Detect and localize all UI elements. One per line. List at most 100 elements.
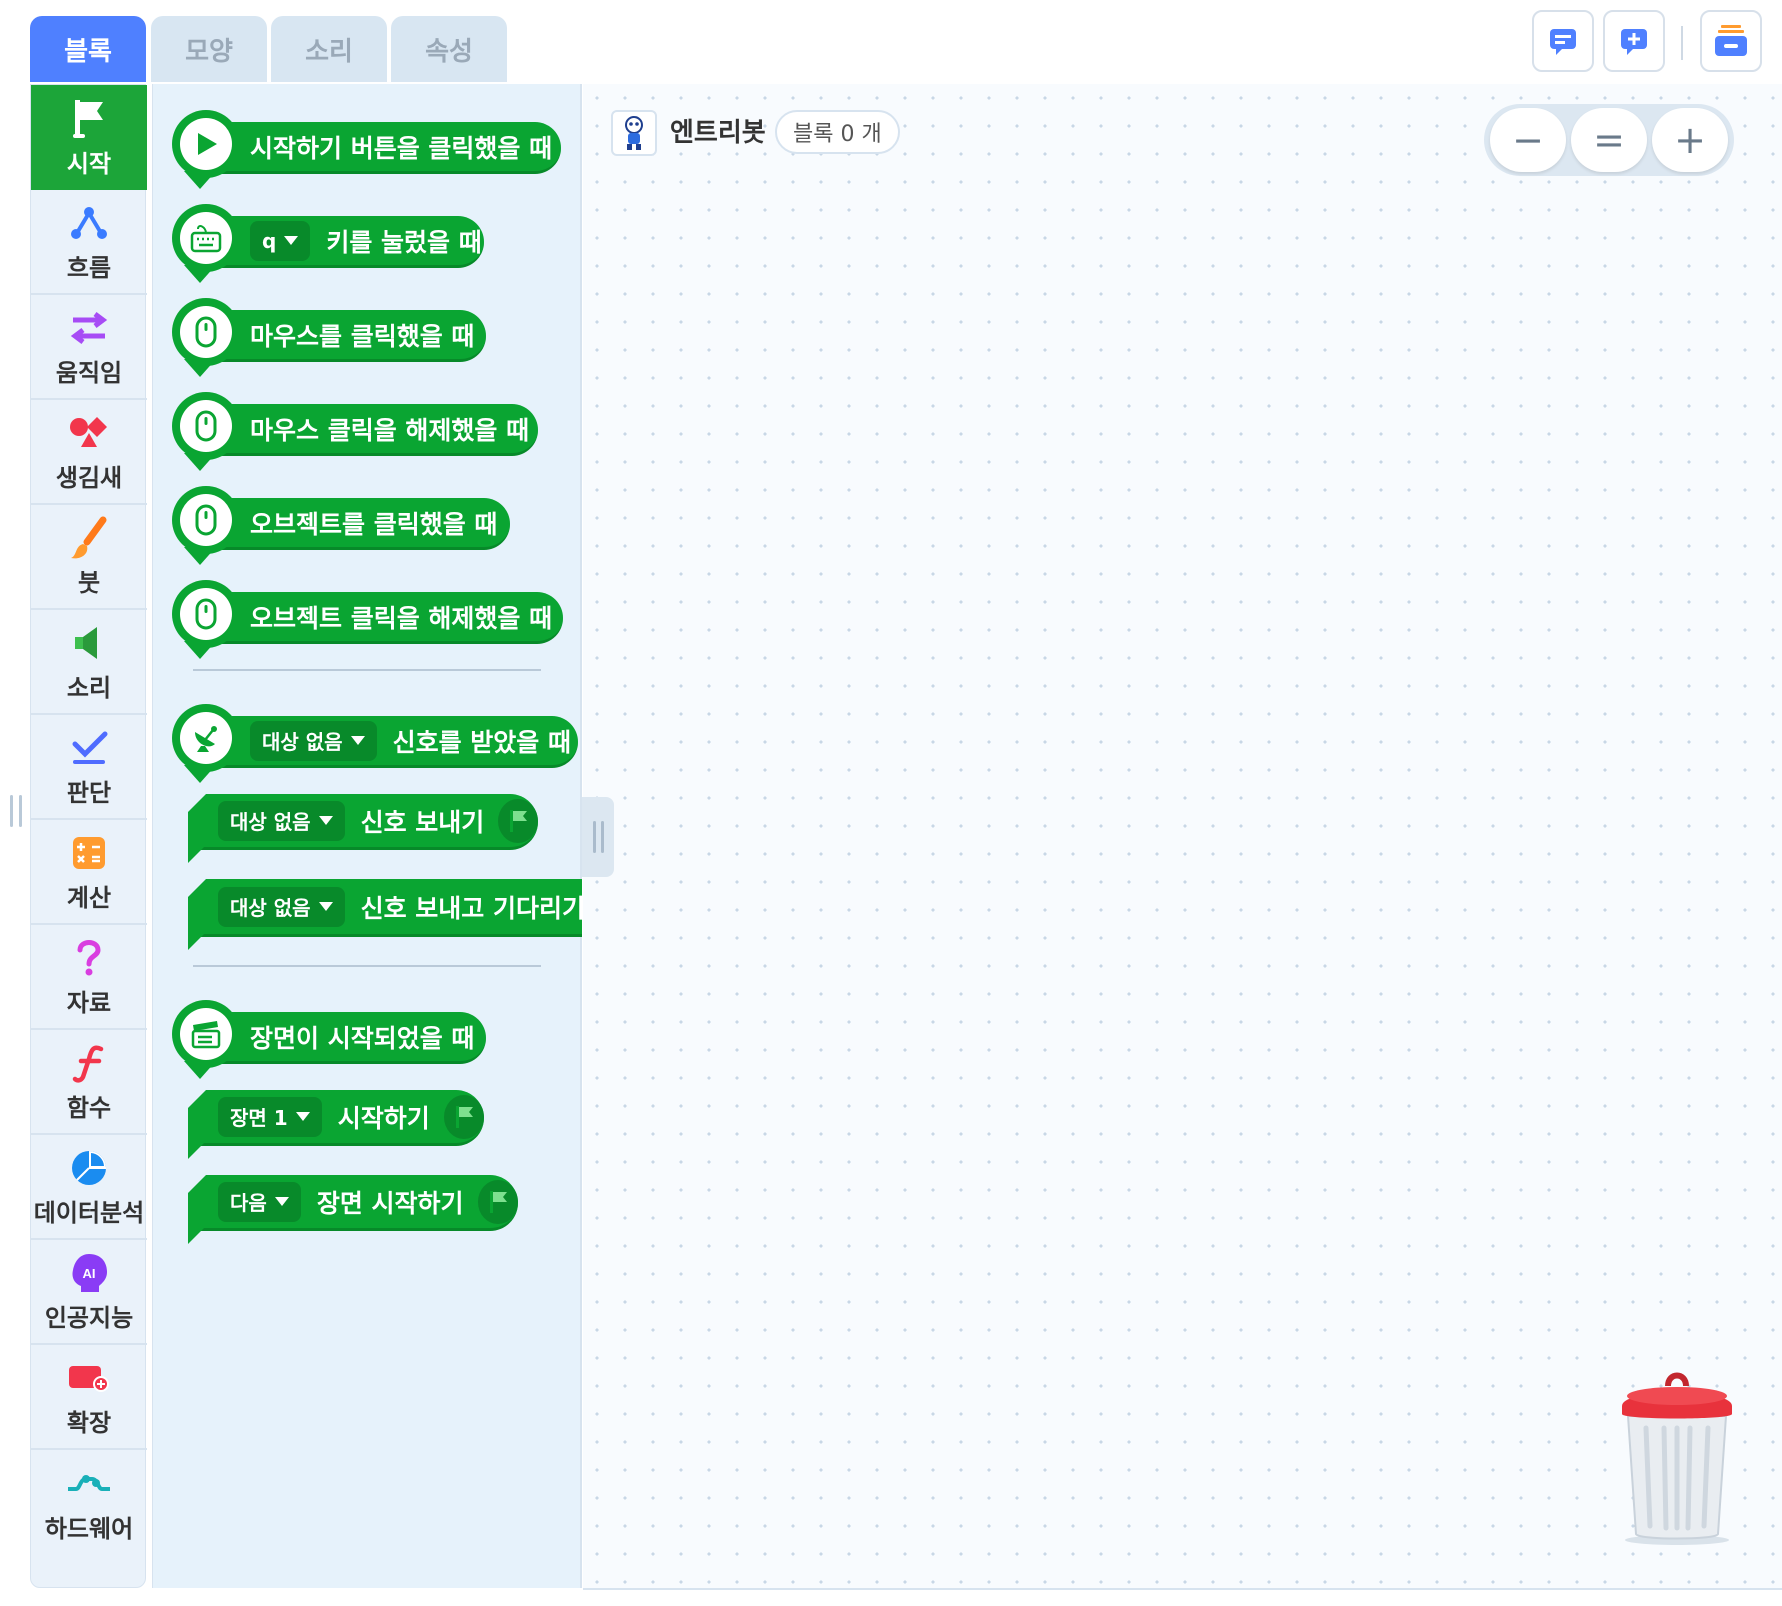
extension-icon <box>69 1366 109 1392</box>
key-dropdown[interactable]: q <box>250 220 311 261</box>
tab-blocks[interactable]: 블록 <box>30 16 146 82</box>
block-send-signal-and-wait[interactable]: 대상 없음 신호 보내고 기다리기 <box>188 879 585 950</box>
category-data[interactable]: 자료 <box>31 925 147 1030</box>
block-start-next-scene[interactable]: 다음 장면 시작하기 <box>188 1175 518 1244</box>
category-calculation[interactable]: 계산 <box>31 820 147 925</box>
category-label: 인공지능 <box>44 1304 134 1332</box>
category-data-analysis[interactable]: 데이터분석 <box>31 1135 147 1240</box>
dropdown-value: q <box>262 228 277 253</box>
signal-dropdown[interactable]: 대상 없음 <box>218 886 345 927</box>
palette-divider <box>193 669 541 671</box>
zoom-in-button[interactable]: + <box>1652 108 1728 172</box>
category-looks[interactable]: 생김새 <box>31 400 147 505</box>
block-when-object-released[interactable]: 오브젝트 클릭을 해제했을 때 <box>172 580 563 659</box>
block-stub <box>188 1143 204 1159</box>
ai-head-icon: AI <box>72 1254 107 1292</box>
tab-sounds[interactable]: 소리 <box>271 16 387 82</box>
dropdown-arrow-icon <box>295 1112 310 1121</box>
block-tail <box>184 171 216 189</box>
block-label: 시작하기 버튼을 클릭했을 때 <box>250 133 553 163</box>
scene-dropdown[interactable]: 장면 1 <box>218 1096 322 1137</box>
tab-shapes[interactable]: 모양 <box>151 16 267 82</box>
dropdown-arrow-icon <box>274 1197 289 1206</box>
add-comment-button[interactable] <box>1603 10 1665 72</box>
dropdown-arrow-icon <box>350 736 365 745</box>
category-flow[interactable]: 흐름 <box>31 190 147 295</box>
block-icon-circle <box>172 204 240 272</box>
block-when-mouse-clicked[interactable]: 마우스를 클릭했을 때 <box>172 298 486 377</box>
category-start[interactable]: 시작 <box>31 85 147 190</box>
mouse-icon <box>195 598 217 630</box>
block-label: 마우스 클릭을 해제했을 때 <box>250 415 530 445</box>
category-label: 확장 <box>66 1409 112 1437</box>
trash-can-icon[interactable] <box>1614 1366 1740 1546</box>
satellite-dish-icon <box>195 726 217 752</box>
sidebar-resize-handle[interactable] <box>10 795 22 827</box>
signal-dropdown[interactable]: 대상 없음 <box>218 800 345 841</box>
block-when-signal-received[interactable]: 대상 없음 신호를 받았을 때 <box>172 704 578 783</box>
block-icon-circle <box>172 486 240 554</box>
calculator-icon <box>73 837 105 869</box>
storage-box-button[interactable] <box>1700 10 1762 72</box>
play-icon <box>198 133 217 155</box>
block-stub <box>188 847 204 863</box>
block-when-scene-started[interactable]: 장면이 시작되었을 때 <box>172 1000 486 1079</box>
comment-button[interactable] <box>1532 10 1594 72</box>
block-stub <box>188 934 204 950</box>
block-icon-circle <box>172 704 240 772</box>
hardware-icon <box>68 1475 110 1491</box>
category-label: 흐름 <box>66 254 112 282</box>
category-sidebar: 시작 흐름 움직임 생김새 붓 소리 판단 계산 자료 함수 데이터분석 AI <box>30 84 147 1588</box>
category-extension[interactable]: 확장 <box>31 1345 147 1450</box>
zoom-reset-button[interactable]: = <box>1571 108 1647 172</box>
category-ai[interactable]: AI 인공지능 <box>31 1240 147 1345</box>
brush-icon <box>71 516 107 559</box>
arrows-icon <box>70 312 108 344</box>
block-notch <box>188 879 206 897</box>
category-motion[interactable]: 움직임 <box>31 295 147 400</box>
category-judgement[interactable]: 판단 <box>31 715 147 820</box>
category-hardware[interactable]: 하드웨어 <box>31 1450 147 1555</box>
zoom-controls: − = + <box>1484 104 1734 176</box>
block-icon-circle <box>172 298 240 366</box>
category-label: 붓 <box>77 569 101 597</box>
block-when-start-clicked[interactable]: 시작하기 버튼을 클릭했을 때 <box>172 110 561 189</box>
block-start-scene[interactable]: 장면 1 시작하기 <box>188 1090 484 1159</box>
block-label: 신호 보내고 기다리기 <box>360 893 585 923</box>
function-icon <box>72 1045 104 1083</box>
block-send-signal[interactable]: 대상 없음 신호 보내기 <box>188 794 538 863</box>
keyboard-icon <box>190 225 222 253</box>
block-when-key-pressed[interactable]: q 키를 눌렀을 때 <box>172 204 484 283</box>
script-workspace[interactable] <box>583 84 1782 1590</box>
block-flag-badge <box>443 1094 484 1139</box>
category-label: 움직임 <box>55 359 123 387</box>
entrybot-icon <box>625 116 643 150</box>
block-icon-circle <box>172 580 240 648</box>
block-when-mouse-released[interactable]: 마우스 클릭을 해제했을 때 <box>172 392 538 471</box>
flag-icon <box>73 100 103 138</box>
category-label: 하드웨어 <box>44 1515 134 1543</box>
add-comment-icon <box>1621 29 1647 55</box>
mouse-icon <box>195 410 217 442</box>
category-sound[interactable]: 소리 <box>31 610 147 715</box>
block-icon-circle <box>172 1000 240 1068</box>
block-tail <box>184 359 216 377</box>
palette-resize-handle[interactable] <box>582 797 614 877</box>
block-tail <box>184 641 216 659</box>
category-function[interactable]: 함수 <box>31 1030 147 1135</box>
pie-chart-icon <box>72 1151 106 1185</box>
block-label: 장면이 시작되었을 때 <box>250 1023 475 1053</box>
tab-properties[interactable]: 속성 <box>391 16 507 82</box>
object-name: 엔트리봇 <box>670 118 766 148</box>
next-scene-dropdown[interactable]: 다음 <box>218 1181 301 1222</box>
category-brush[interactable]: 붓 <box>31 505 147 610</box>
category-label: 계산 <box>66 884 112 912</box>
category-label: 소리 <box>66 674 112 702</box>
dropdown-value: 장면 1 <box>230 1106 288 1130</box>
block-tail <box>184 1061 216 1079</box>
check-icon <box>72 731 108 764</box>
block-when-object-clicked[interactable]: 오브젝트를 클릭했을 때 <box>172 486 510 565</box>
block-label: 시작하기 <box>337 1103 430 1133</box>
zoom-out-button[interactable]: − <box>1490 108 1566 172</box>
signal-dropdown[interactable]: 대상 없음 <box>250 720 377 761</box>
